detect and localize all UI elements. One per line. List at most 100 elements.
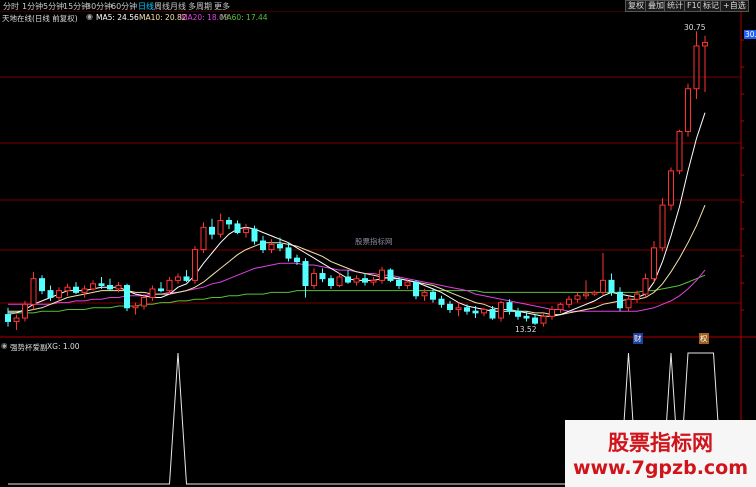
candle-body	[124, 285, 130, 309]
ma60-label: MA60: 17.44	[220, 13, 268, 22]
candle	[166, 276, 173, 295]
candle-body	[132, 305, 139, 309]
candle-body	[498, 302, 504, 319]
candle-body	[617, 291, 623, 309]
candle	[651, 241, 657, 283]
candle-body	[311, 273, 317, 287]
candle-body	[107, 285, 113, 290]
period-tab-0[interactable]: 分时	[3, 1, 19, 12]
candle-body	[532, 317, 538, 324]
settings-icon[interactable]: ◉	[86, 12, 93, 21]
candle-body	[608, 279, 615, 293]
candle	[668, 167, 674, 211]
candle-body	[481, 308, 487, 314]
candle	[107, 278, 113, 291]
candle	[481, 307, 487, 317]
indicator-settings-icon[interactable]: ◉	[1, 341, 8, 350]
candle-body	[693, 45, 700, 90]
candle-body	[523, 315, 530, 319]
candle	[217, 213, 224, 238]
candle	[13, 314, 20, 330]
period-tab-1[interactable]: 1分钟	[22, 1, 43, 12]
candle-body	[243, 228, 249, 233]
candle-body	[158, 288, 164, 292]
candle	[702, 35, 708, 93]
candle	[455, 302, 462, 317]
candle-body	[506, 302, 513, 312]
candle-body	[574, 295, 581, 300]
candle-body	[566, 298, 572, 305]
candle-body	[455, 307, 462, 310]
period-tab-8[interactable]: 月线	[170, 1, 186, 12]
candle-body	[651, 247, 657, 280]
indicator-value: XG: 1.00	[47, 342, 80, 351]
period-tab-7[interactable]: 周线	[154, 1, 170, 12]
rights-event-marker[interactable]: 权	[699, 333, 709, 344]
period-tab-9[interactable]: 多周期	[188, 1, 212, 12]
period-toolbar: 分时 1分钟 5分钟 15分钟 30分钟 60分钟 日线 周线 月线 多周期 更多 复权 叠加 统计 F10…	[0, 0, 756, 12]
candle	[234, 220, 241, 235]
candle	[183, 270, 190, 283]
period-tab-4[interactable]: 30分钟	[86, 1, 112, 12]
site-watermark: 股票指标网 www.7gpzb.com	[565, 420, 756, 487]
candle-body	[676, 131, 683, 172]
candle-body	[464, 307, 470, 312]
candle-body	[413, 281, 419, 297]
candle	[73, 282, 79, 295]
candle	[353, 275, 360, 286]
candle	[5, 307, 11, 327]
candle-body	[22, 303, 28, 319]
watermark-url: www.7gpzb.com	[572, 457, 749, 479]
candle	[600, 253, 606, 296]
candle	[56, 287, 62, 301]
candle-body	[430, 291, 436, 300]
watermark-title: 股票指标网	[608, 431, 713, 455]
candle	[319, 268, 326, 283]
candle-body	[396, 279, 402, 287]
candle	[413, 280, 419, 300]
period-tab-5[interactable]: 60分钟	[111, 1, 137, 12]
toolbar-button-5[interactable]: +自选	[720, 0, 749, 12]
candle	[124, 283, 130, 312]
candle	[39, 275, 45, 295]
candle	[132, 302, 139, 315]
candle-body	[64, 286, 71, 292]
candle-body	[294, 257, 300, 263]
toolbar-button-2[interactable]: 统计	[664, 0, 686, 12]
candle	[642, 273, 649, 298]
candle	[549, 306, 555, 320]
candle	[226, 217, 232, 230]
candle	[498, 300, 504, 322]
candle-body	[13, 317, 20, 322]
period-tab-2[interactable]: 5分钟	[43, 1, 64, 12]
candle-body	[285, 247, 292, 259]
candle	[370, 276, 377, 286]
candle	[608, 273, 615, 296]
candle-body	[600, 279, 606, 293]
candle	[285, 242, 292, 262]
toolbar-button-4[interactable]: 标记	[700, 0, 722, 12]
candle	[90, 280, 96, 291]
candle-body	[328, 278, 334, 287]
candle-body	[472, 310, 479, 314]
candle-body	[336, 276, 343, 287]
candle-body	[115, 285, 122, 290]
candle	[175, 273, 181, 284]
candle	[149, 285, 156, 301]
candle-body	[30, 278, 37, 305]
high-price-label: 30.75	[684, 23, 706, 32]
candle-body	[268, 243, 275, 251]
candle-body	[685, 88, 691, 133]
candle	[328, 275, 334, 289]
period-tab-6[interactable]: 日线	[138, 1, 154, 12]
candle	[192, 246, 198, 284]
candle-body	[549, 308, 555, 317]
candle-body	[192, 249, 198, 281]
finance-event-marker[interactable]: 财	[633, 333, 643, 344]
candle	[574, 292, 581, 303]
candle-body	[421, 291, 428, 297]
grid-lines	[0, 10, 756, 487]
candle-body	[702, 42, 708, 47]
period-tab-10[interactable]: 更多	[214, 1, 230, 12]
toolbar-button-0[interactable]: 复权	[625, 0, 647, 12]
